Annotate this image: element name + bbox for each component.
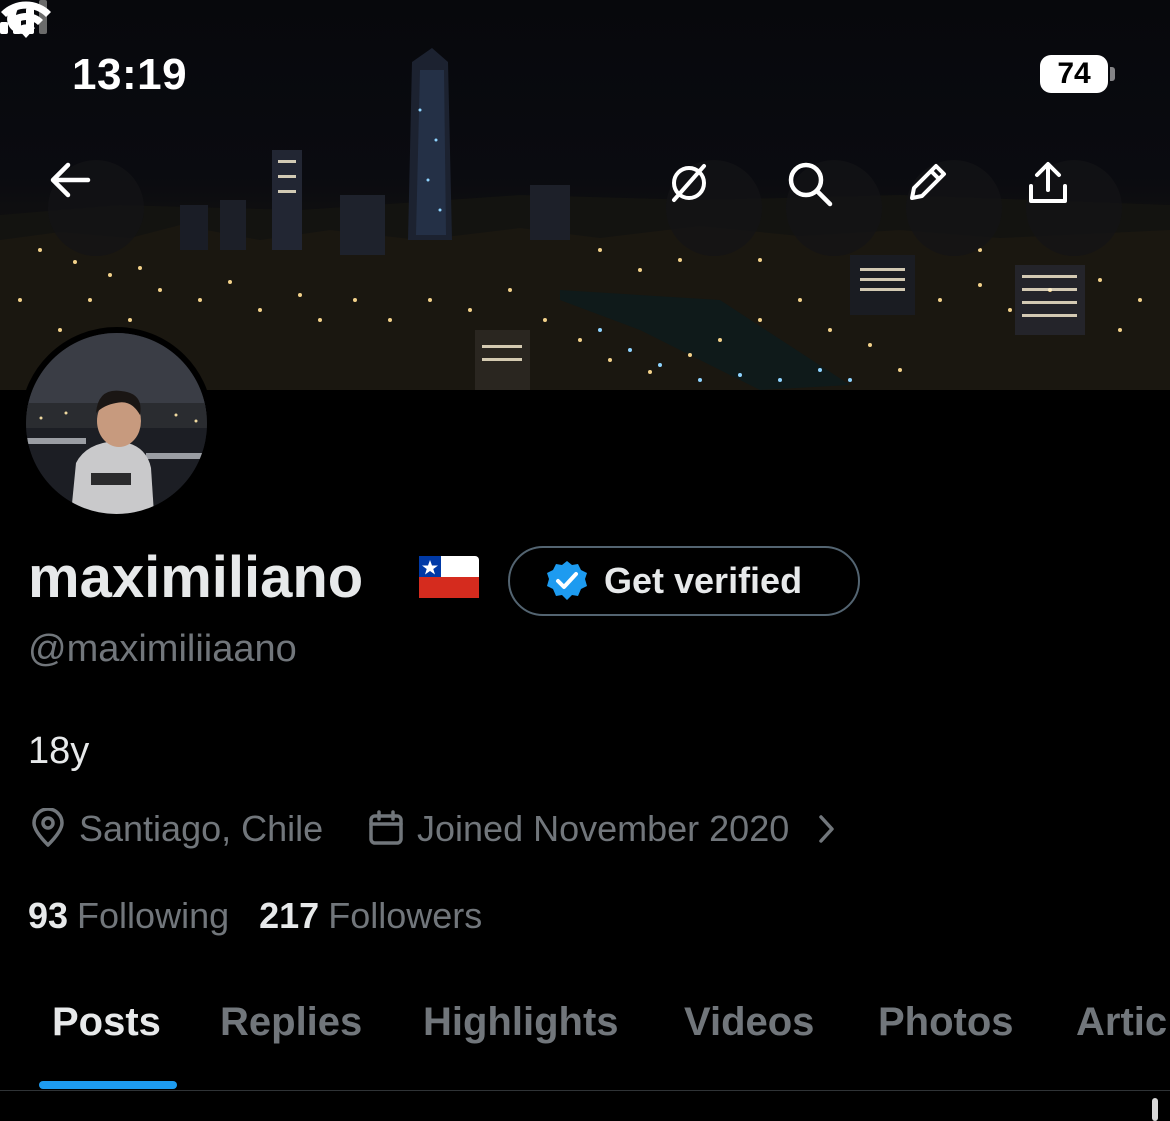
profile-location: Santiago, Chile: [79, 808, 324, 849]
following-label: Following: [77, 895, 230, 936]
follow-counts: 93 Following 217 Followers: [28, 895, 482, 937]
tab-replies[interactable]: Replies: [220, 1000, 362, 1045]
chevron-right-icon[interactable]: [816, 814, 836, 844]
grok-button[interactable]: [666, 160, 762, 256]
avatar-photo: [26, 333, 207, 514]
tab-photos[interactable]: Photos: [878, 1000, 1014, 1045]
back-arrow-icon: [50, 162, 91, 198]
get-verified-button[interactable]: Get verified: [508, 546, 860, 616]
edit-button[interactable]: [906, 160, 1002, 256]
profile-avatar[interactable]: [20, 327, 213, 520]
display-name: maximiliano: [28, 545, 364, 610]
battery-cap: [1110, 67, 1115, 81]
tab-posts[interactable]: Posts: [52, 1000, 161, 1045]
followers-link[interactable]: 217 Followers: [259, 895, 482, 937]
verified-badge-icon: [547, 561, 587, 600]
scrollbar[interactable]: [1152, 1098, 1158, 1121]
share-icon: [1029, 162, 1067, 203]
location-pin-icon: [32, 808, 64, 847]
tab-articles[interactable]: Artic: [1076, 1000, 1167, 1045]
chile-flag-icon: [419, 556, 479, 598]
calendar-icon: [369, 810, 403, 845]
get-verified-label: Get verified: [604, 560, 803, 601]
battery-icon: 74: [1040, 55, 1108, 93]
search-icon: [788, 162, 833, 207]
pencil-icon: [910, 164, 946, 200]
active-tab-indicator: [39, 1081, 177, 1089]
bio-text: 18y: [28, 730, 90, 772]
share-button[interactable]: [1026, 160, 1122, 256]
grok-icon: [672, 164, 706, 202]
joined-date[interactable]: Joined November 2020: [417, 808, 789, 850]
search-button[interactable]: [786, 160, 882, 256]
wifi-icon: [1, 1, 51, 38]
status-time: 13:19: [72, 50, 188, 99]
tabs-divider: [0, 1090, 1170, 1091]
following-link[interactable]: 93 Following: [28, 895, 229, 937]
tab-videos[interactable]: Videos: [684, 1000, 814, 1045]
followers-label: Followers: [328, 895, 483, 936]
following-count: 93: [28, 895, 69, 936]
back-button[interactable]: [48, 160, 144, 256]
tab-highlights[interactable]: Highlights: [423, 1000, 619, 1045]
profile-banner[interactable]: 13:19 74: [0, 0, 1170, 390]
user-handle: @maximiliiaano: [28, 628, 297, 670]
followers-count: 217: [259, 895, 320, 936]
